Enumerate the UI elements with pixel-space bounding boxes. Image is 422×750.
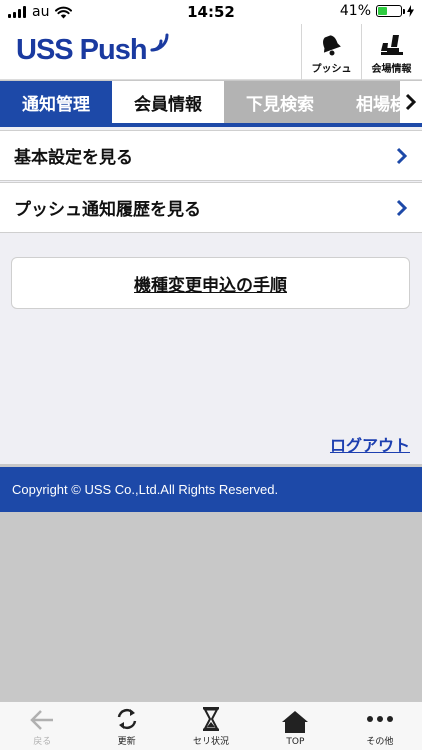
copyright-footer: Copyright © USS Co.,Ltd.All Rights Reser…: [0, 467, 422, 512]
chevron-right-icon: [396, 147, 408, 165]
tab-scroll-right-button[interactable]: [400, 81, 422, 123]
push-label: プッシュ: [311, 64, 352, 75]
tab-preview-search[interactable]: 下見検索: [224, 81, 336, 123]
nav-back-button[interactable]: 戻る: [0, 702, 84, 750]
tab-member-info[interactable]: 会員情報: [112, 81, 224, 123]
chevron-right-icon: [396, 199, 408, 217]
app-header: USS Push プッシュ 会場情報: [0, 24, 422, 80]
refresh-icon: [117, 708, 136, 730]
nav-label: TOP: [286, 737, 305, 747]
push-button[interactable]: プッシュ: [301, 24, 361, 80]
list-item-basic-settings[interactable]: 基本設定を見る: [0, 130, 422, 181]
nav-label: 戻る: [33, 737, 52, 747]
list-item-push-history[interactable]: プッシュ通知履歴を見る: [0, 182, 422, 233]
nav-label: その他: [366, 737, 394, 747]
battery-icon: [376, 5, 405, 17]
nav-label: 更新: [117, 737, 136, 747]
battery-percent: 41%: [339, 3, 371, 19]
battery-level: [378, 7, 388, 15]
bottom-nav: 戻る 更新 セリ状況 TOP その他: [0, 701, 422, 750]
bell-icon: [322, 35, 341, 56]
venue-info-button[interactable]: 会場情報: [361, 24, 421, 80]
tab-notification-management[interactable]: 通知管理: [0, 81, 112, 123]
chevron-right-icon: [405, 93, 417, 111]
uss-push-logo[interactable]: USS Push: [16, 33, 171, 67]
nav-top-button[interactable]: TOP: [253, 702, 337, 750]
charging-bolt-icon: [407, 5, 414, 17]
status-right: 41%: [340, 3, 414, 19]
hourglass-icon: [203, 707, 220, 731]
main-content: 基本設定を見る プッシュ通知履歴を見る 機種変更申込の手順 ログアウト: [0, 127, 422, 464]
home-icon: [282, 711, 309, 733]
list-item-label: 基本設定を見る: [14, 148, 133, 168]
copyright-text: Copyright © USS Co.,Ltd.All Rights Reser…: [12, 482, 279, 497]
seat-icon: [380, 35, 403, 55]
nav-label: セリ状況: [193, 737, 230, 747]
list-item-label: プッシュ通知履歴を見る: [14, 200, 201, 220]
back-arrow-icon: [30, 710, 54, 730]
venue-info-label: 会場情報: [371, 64, 412, 75]
tab-bar: 通知管理 会員情報 下見検索 相場検: [0, 81, 422, 127]
nav-refresh-button[interactable]: 更新: [84, 702, 168, 750]
more-icon: [366, 716, 393, 722]
nav-auction-status-button[interactable]: セリ状況: [169, 702, 253, 750]
nav-more-button[interactable]: その他: [338, 702, 422, 750]
device-change-procedure-button[interactable]: 機種変更申込の手順: [11, 257, 410, 309]
logo-text: USS Push: [16, 34, 148, 66]
signal-waves-icon: [150, 33, 169, 52]
status-bar: au 14:52 41%: [0, 0, 422, 24]
logout-link[interactable]: ログアウト: [330, 432, 410, 456]
